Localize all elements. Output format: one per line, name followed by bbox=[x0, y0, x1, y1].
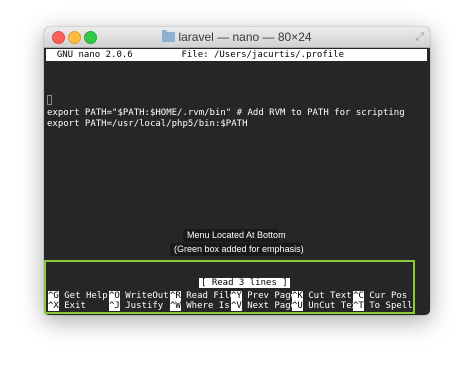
text-cursor bbox=[47, 95, 52, 105]
title-bar[interactable]: laravel — nano — 80×24 ⤢ bbox=[44, 27, 430, 48]
window-title-text: laravel — nano — 80×24 bbox=[178, 30, 312, 44]
shortcut-label: Justify bbox=[125, 301, 164, 311]
shortcut-to-spell[interactable]: ^T To Spell bbox=[353, 301, 413, 311]
shortcut-key: ^Y bbox=[231, 291, 242, 301]
shortcut-key: ^W bbox=[170, 301, 181, 311]
shortcut-key: ^U bbox=[292, 301, 303, 311]
fullscreen-icon[interactable]: ⤢ bbox=[415, 30, 424, 44]
shortcut-uncut-text[interactable]: ^U UnCut Text bbox=[292, 301, 362, 311]
shortcut-label: Cut Text bbox=[308, 291, 352, 301]
shortcut-label: Where Is bbox=[186, 301, 230, 311]
shortcut-prev-page[interactable]: ^Y Prev Page bbox=[231, 291, 296, 301]
shortcut-get-help[interactable]: ^G Get Help bbox=[48, 291, 108, 301]
shortcut-cur-pos[interactable]: ^C Cur Pos bbox=[353, 291, 407, 301]
nano-header-bar: GNU nano 2.0.6 File: /Users/jacurtis/.pr… bbox=[46, 49, 427, 61]
shortcut-label: Get Help bbox=[64, 291, 108, 301]
shortcut-label: Exit bbox=[64, 301, 86, 311]
shortcut-key: ^O bbox=[109, 291, 120, 301]
shortcut-justify[interactable]: ^J Justify bbox=[109, 301, 163, 311]
shortcut-label: To Spell bbox=[369, 301, 413, 311]
editor-line[interactable]: export PATH=/usr/local/php5/bin:$PATH bbox=[47, 119, 247, 130]
shortcut-key: ^C bbox=[353, 291, 364, 301]
annotation-label: Menu Located At Bottom bbox=[183, 229, 286, 242]
shortcut-label: Prev Page bbox=[247, 291, 297, 301]
shortcut-key: ^T bbox=[353, 301, 364, 311]
shortcut-key: ^J bbox=[109, 301, 120, 311]
shortcut-where-is[interactable]: ^W Where Is bbox=[170, 301, 230, 311]
shortcut-label: WriteOut bbox=[125, 291, 169, 301]
annotation-note: (Green box added for emphasis) bbox=[170, 243, 304, 256]
window-title: laravel — nano — 80×24 bbox=[44, 27, 430, 47]
shortcut-key: ^V bbox=[231, 301, 242, 311]
shortcut-read-file[interactable]: ^R Read File bbox=[170, 291, 235, 301]
shortcut-label: Cur Pos bbox=[369, 291, 408, 301]
shortcut-key: ^R bbox=[170, 291, 181, 301]
shortcut-label: Read File bbox=[186, 291, 236, 301]
shortcut-next-page[interactable]: ^V Next Page bbox=[231, 301, 296, 311]
shortcut-cut-text[interactable]: ^K Cut Text bbox=[292, 291, 352, 301]
status-message: [ Read 3 lines ] bbox=[199, 278, 290, 288]
shortcut-key: ^K bbox=[292, 291, 303, 301]
shortcut-label: Next Page bbox=[247, 301, 297, 311]
folder-icon bbox=[162, 30, 176, 42]
shortcut-key: ^X bbox=[48, 301, 59, 311]
shortcut-key: ^G bbox=[48, 291, 59, 301]
editor-line[interactable]: export PATH="$PATH:$HOME/.rvm/bin" # Add… bbox=[47, 108, 405, 119]
shortcut-exit[interactable]: ^X Exit bbox=[48, 301, 86, 311]
shortcut-writeout[interactable]: ^O WriteOut bbox=[109, 291, 169, 301]
